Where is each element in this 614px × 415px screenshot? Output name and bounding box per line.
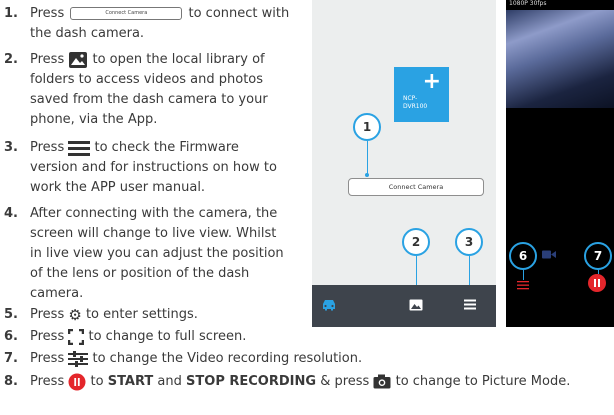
menu-icon[interactable] [464, 299, 476, 310]
camera-card-name-line-2: DVR100 [403, 103, 428, 110]
callout-3: 3 [455, 228, 483, 256]
live-view-screenshot: 1080P 30fps 6 7 [506, 0, 614, 327]
add-camera-icon: + [422, 69, 441, 94]
video-camera-icon[interactable] [542, 250, 556, 259]
gear-icon: ⚙ [68, 305, 82, 324]
callout-1: 1 [353, 113, 381, 141]
camera-card[interactable]: + NCP- DVR100 [394, 67, 449, 122]
resolution-label: 1080P 30fps [509, 0, 547, 7]
callout-line [367, 141, 368, 175]
connect-camera-button-inline: Connect Camera [70, 7, 183, 20]
resolution-sliders-icon[interactable] [517, 280, 529, 290]
menu-icon [68, 140, 91, 156]
resolution-sliders-icon [68, 350, 89, 367]
camera-icon [373, 374, 391, 389]
record-button[interactable] [588, 274, 606, 292]
bottom-nav-bar [312, 285, 496, 327]
callout-dot [365, 173, 369, 177]
car-icon[interactable] [321, 299, 337, 311]
record-button-icon [68, 373, 86, 390]
live-video-feed [506, 10, 614, 108]
callout-7: 7 [584, 242, 612, 270]
callout-2: 2 [402, 228, 430, 256]
fullscreen-icon [68, 328, 85, 345]
gallery-icon[interactable] [409, 299, 423, 311]
callout-line [523, 270, 524, 280]
gallery-icon [69, 51, 88, 68]
callout-6: 6 [509, 242, 537, 270]
app-home-screenshot: + NCP- DVR100 1 Connect Camera 2 3 [312, 0, 496, 327]
step-number: 1. [4, 6, 18, 21]
connect-camera-button[interactable]: Connect Camera [348, 178, 484, 196]
camera-card-name-line-1: NCP- [403, 95, 418, 102]
